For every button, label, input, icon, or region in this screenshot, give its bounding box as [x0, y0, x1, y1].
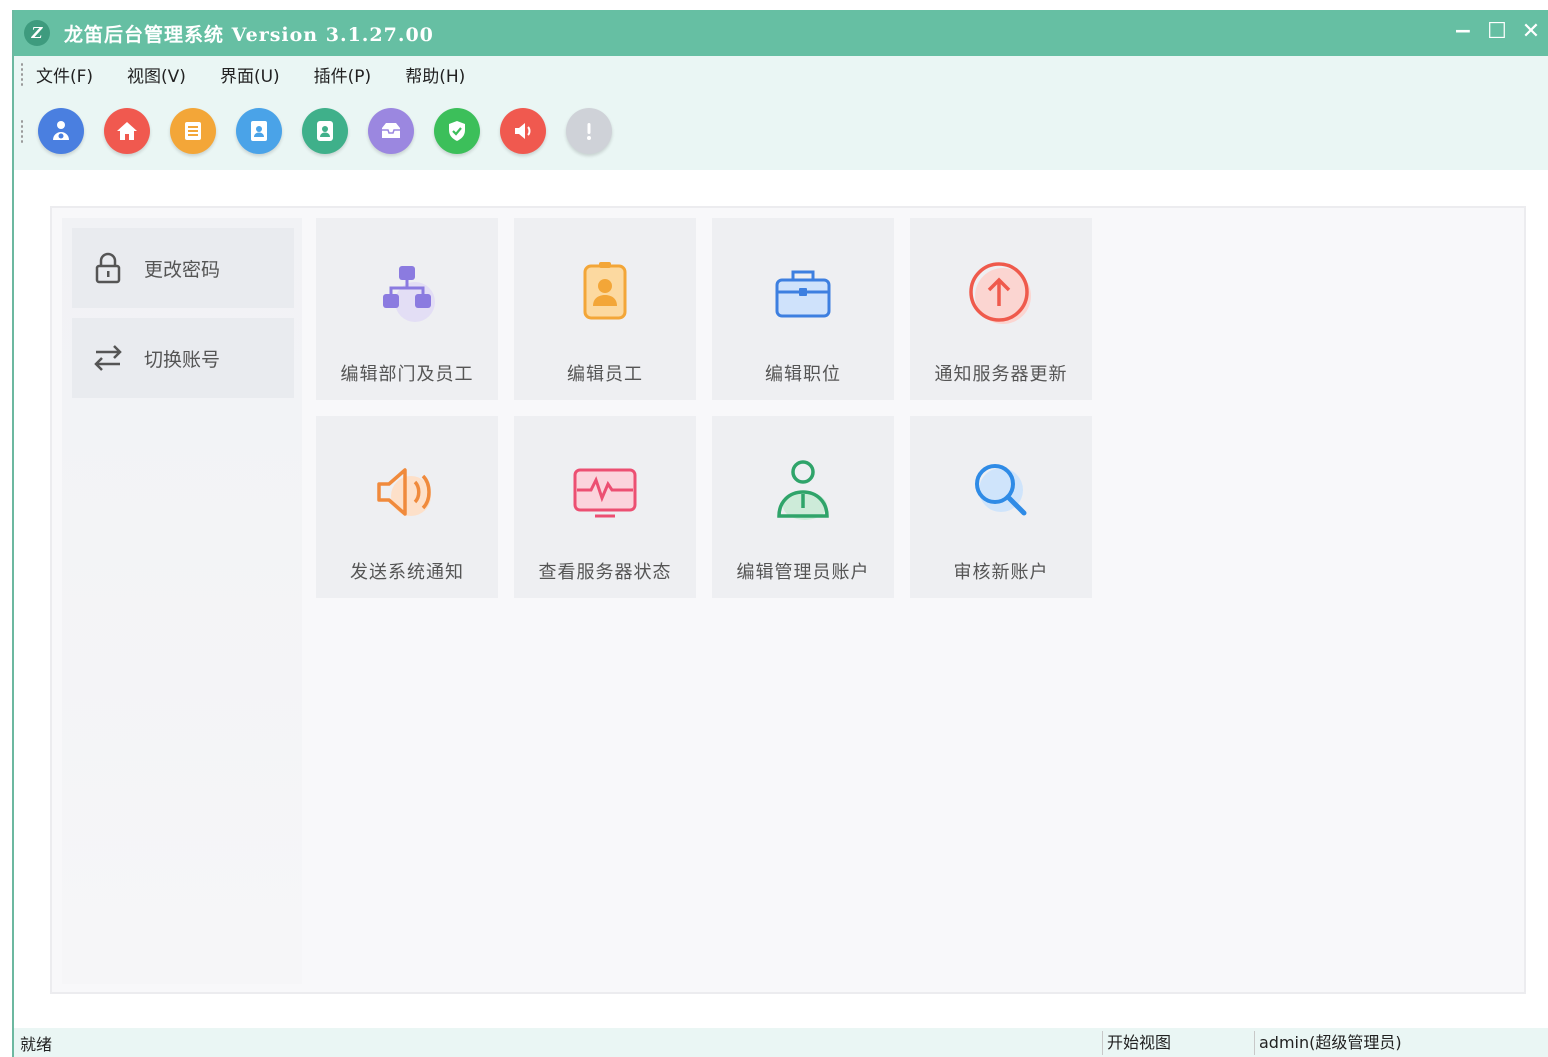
- toolbar: [14, 92, 1548, 170]
- menu-view[interactable]: 视图(V): [127, 62, 186, 87]
- maximize-button[interactable]: ☐: [1484, 16, 1510, 46]
- tile-edit-employees[interactable]: 编辑员工: [514, 218, 696, 400]
- user-card-icon[interactable]: [302, 108, 348, 154]
- menu-file[interactable]: 文件(F): [36, 62, 93, 87]
- title-bar[interactable]: Z 龙笛后台管理系统 Version 3.1.27.00 − ☐ ✕: [14, 10, 1548, 56]
- tile-view-server-status[interactable]: 查看服务器状态: [514, 416, 696, 598]
- monitor-pulse-icon: [573, 468, 637, 518]
- sidebar-item-label: 更改密码: [144, 258, 221, 281]
- status-bar: 就绪 开始视图 admin(超级管理员): [14, 1028, 1548, 1057]
- alert-icon[interactable]: [566, 108, 612, 154]
- window-controls: − ☐ ✕: [1450, 16, 1544, 46]
- tile-edit-departments[interactable]: 编辑部门及员工: [316, 218, 498, 400]
- tile-label: 查看服务器状态: [538, 562, 672, 583]
- admin-user-icon: [777, 460, 829, 520]
- main-content: 更改密码 切换账号 编辑部门及员工 编辑员工 编辑职位 通知服务器更新 发送系统…: [50, 206, 1526, 994]
- sidebar-item-label: 切换账号: [144, 348, 221, 371]
- menu-interface[interactable]: 界面(U): [220, 62, 280, 87]
- tile-label: 发送系统通知: [350, 562, 464, 583]
- list-icon[interactable]: [170, 108, 216, 154]
- speaker-icon: [377, 468, 431, 516]
- status-current-view: 开始视图: [1102, 1031, 1171, 1055]
- tile-label: 编辑部门及员工: [340, 364, 474, 385]
- tile-edit-positions[interactable]: 编辑职位: [712, 218, 894, 400]
- tile-label: 审核新账户: [953, 562, 1049, 583]
- briefcase-icon: [775, 270, 831, 318]
- toolbar-grip-handle[interactable]: [20, 119, 24, 143]
- app-logo-icon: Z: [24, 20, 50, 46]
- sidebar: 更改密码 切换账号: [62, 218, 302, 984]
- speaker-icon[interactable]: [500, 108, 546, 154]
- home-icon[interactable]: [104, 108, 150, 154]
- menu-help[interactable]: 帮助(H): [405, 62, 465, 87]
- tile-label: 通知服务器更新: [934, 364, 1068, 385]
- sidebar-item-switch-account[interactable]: 切换账号: [72, 318, 294, 398]
- tile-send-system-notice[interactable]: 发送系统通知: [316, 416, 498, 598]
- tile-notify-server-update[interactable]: 通知服务器更新: [910, 218, 1092, 400]
- close-button[interactable]: ✕: [1518, 16, 1544, 46]
- search-icon: [975, 464, 1027, 516]
- tile-edit-admin-accounts[interactable]: 编辑管理员账户: [712, 416, 894, 598]
- menu-plugins[interactable]: 插件(P): [314, 62, 372, 87]
- tile-review-new-accounts[interactable]: 审核新账户: [910, 416, 1092, 598]
- org-icon[interactable]: [38, 108, 84, 154]
- menu-bar: 文件(F) 视图(V) 界面(U) 插件(P) 帮助(H): [14, 56, 1548, 92]
- tile-label: 编辑管理员账户: [736, 562, 870, 583]
- org-chart-icon: [383, 266, 435, 322]
- shield-check-icon[interactable]: [434, 108, 480, 154]
- status-user: admin(超级管理员): [1254, 1031, 1402, 1055]
- tile-label: 编辑职位: [765, 364, 841, 385]
- contact-card-icon[interactable]: [236, 108, 282, 154]
- switch-arrows-icon: [94, 345, 122, 371]
- menu-grip-handle[interactable]: [20, 62, 24, 86]
- lock-icon: [95, 252, 121, 284]
- upload-circle-icon: [969, 262, 1031, 324]
- inbox-icon[interactable]: [368, 108, 414, 154]
- window-title: 龙笛后台管理系统 Version 3.1.27.00: [64, 23, 434, 46]
- minimize-button[interactable]: −: [1450, 16, 1476, 46]
- badge-icon: [583, 262, 627, 320]
- status-ready: 就绪: [20, 1034, 53, 1054]
- app-window: Z 龙笛后台管理系统 Version 3.1.27.00 − ☐ ✕ 文件(F)…: [12, 10, 1548, 1057]
- sidebar-item-change-password[interactable]: 更改密码: [72, 228, 294, 308]
- tile-label: 编辑员工: [567, 364, 643, 385]
